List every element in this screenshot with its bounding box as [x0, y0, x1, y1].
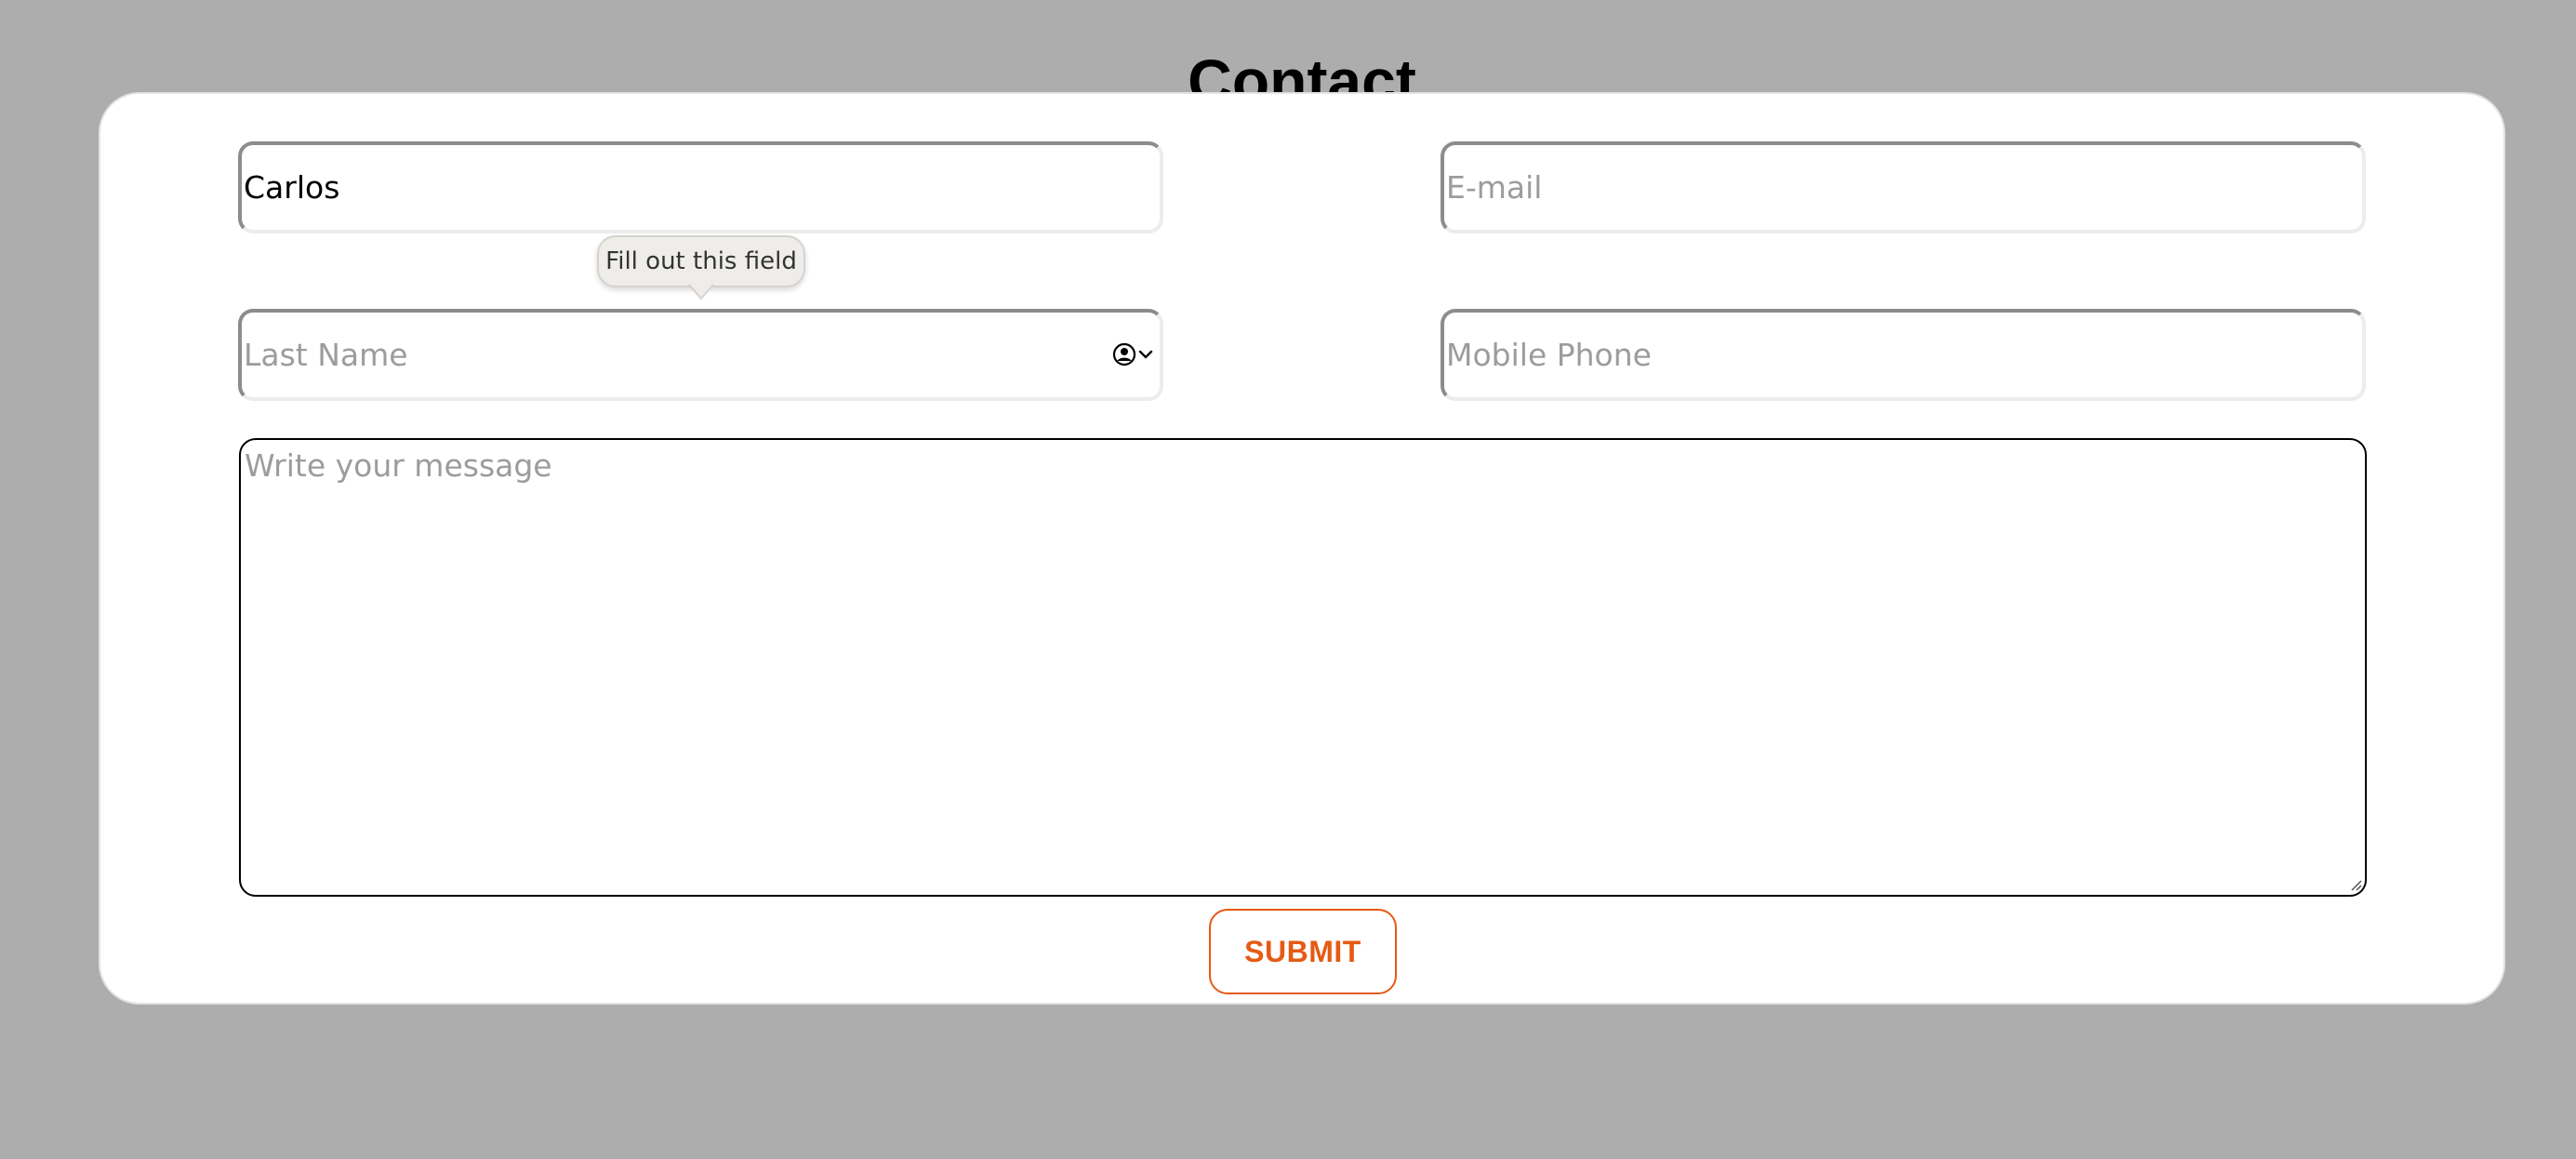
tooltip-pointer [688, 284, 714, 300]
contact-page: Contact SUBMIT Fill out this field [0, 0, 2576, 1159]
validation-tooltip-text: Fill out this field [605, 247, 797, 275]
first-name-field[interactable] [238, 141, 1163, 233]
mobile-phone-field[interactable] [1441, 309, 2366, 401]
last-name-field[interactable] [238, 309, 1163, 401]
resize-grip-icon[interactable] [2349, 878, 2362, 891]
autofill-contact-button[interactable] [1112, 340, 1159, 368]
contact-card-icon [1112, 342, 1136, 366]
message-textarea[interactable] [239, 438, 2367, 897]
chevron-down-icon [1138, 350, 1153, 359]
validation-tooltip: Fill out this field [597, 235, 805, 287]
submit-button[interactable]: SUBMIT [1209, 909, 1397, 994]
email-field[interactable] [1441, 141, 2366, 233]
